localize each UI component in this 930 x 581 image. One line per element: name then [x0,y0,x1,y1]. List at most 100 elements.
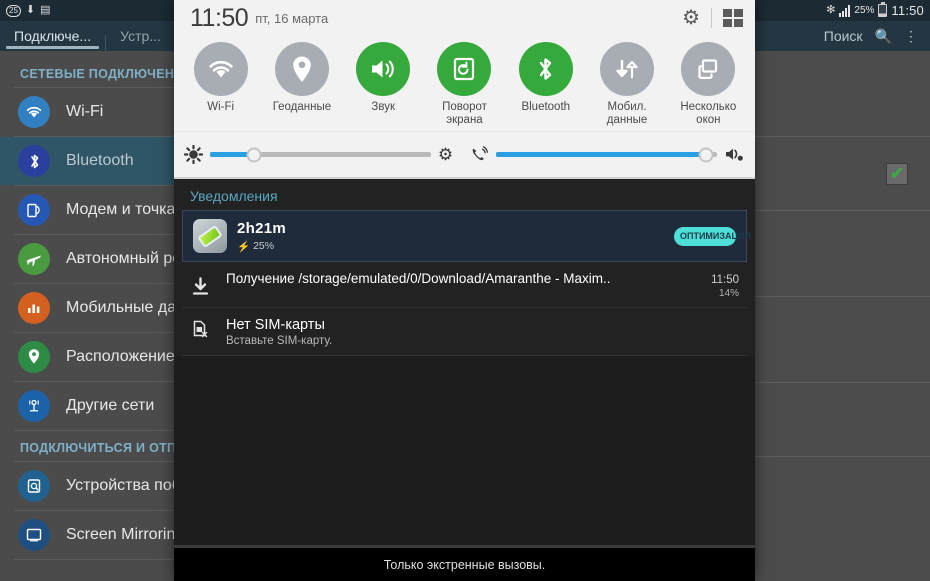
download-icon [192,271,214,296]
battery-charge-percent: 25% [253,240,275,252]
panel-date: пт, 16 марта [255,10,329,26]
volume-settings-icon[interactable] [724,145,745,164]
bluetooth-icon [518,42,573,96]
slider-track [210,147,431,162]
notification-panel: 11:50 пт, 16 марта ⚙ Wi-Fi Геоданные Зву… [174,0,755,581]
emergency-calls-bar: Только экстренные вызовы. [174,548,755,581]
search-label[interactable]: Поиск [824,28,863,44]
brightness-slider[interactable] [210,146,431,164]
sim-subtitle: Вставьте SIM-карту. [226,335,333,347]
bluetooth-icon [18,145,50,177]
notification-no-sim[interactable]: Нет SIM-карты Вставьте SIM-карту. [182,308,747,356]
download-title-row: Получение /storage/emulated/0/Download/A… [226,271,739,286]
notifications-empty-space [174,356,755,545]
mobile-data-icon [600,42,655,96]
emergency-calls-label: Только экстренные вызовы. [383,557,546,572]
notifications-heading: Уведомления [174,179,755,210]
no-sim-icon: ▤ [40,4,51,16]
more-networks-icon [18,390,50,422]
download-title: Получение /storage/emulated/0/Download/A… [226,271,611,286]
quick-settings-area: 11:50 пт, 16 марта ⚙ Wi-Fi Геоданные Зву… [174,0,755,179]
checkmark-icon[interactable]: ✔ [886,162,908,185]
notification-list: 2h21m ⚡ 25% ОПТИМИЗАЦИЯ Получение /stora… [174,210,755,356]
sidebar-item-label: Wi-Fi [66,103,104,120]
slider-knob[interactable] [698,147,714,162]
toggle-label: Геоданные [272,101,332,113]
slider-knob[interactable] [246,147,262,162]
brightness-icon [184,145,203,164]
battery-percent-label: 25% [854,5,875,16]
wifi-icon [18,96,50,128]
toggle-mobile-data[interactable]: Мобил. данные [586,42,667,127]
battery-text: 2h21m ⚡ 25% [237,220,286,253]
location-pin-icon [274,42,329,96]
download-icon: ⬇ [25,4,36,16]
tab-device[interactable]: Устр... [106,21,175,51]
toggle-location[interactable]: Геоданные [261,42,342,114]
rotate-screen-icon [437,42,492,96]
sound-icon [356,42,411,96]
data-usage-icon [18,292,50,324]
toggle-label: Звук [371,101,395,113]
toggle-label: Мобил. данные [606,101,648,126]
notification-download[interactable]: Получение /storage/emulated/0/Download/A… [182,262,747,308]
sidebar-item-label: Bluetooth [66,152,134,169]
notification-battery[interactable]: 2h21m ⚡ 25% ОПТИМИЗАЦИЯ [182,210,751,262]
toggle-label: Wi-Fi [207,101,235,113]
battery-optimization-icon [193,219,227,253]
sidebar-item-label: Screen Mirroring [66,526,185,543]
quick-toggles-row: Wi-Fi Геоданные Звук Поворот экрана Blue… [174,36,755,131]
status-bar-clock: 11:50 [891,3,924,18]
notifications-area: Уведомления 2h21m ⚡ 25% ОПТИМИЗАЦИЯ Полу… [174,179,755,548]
slider-track [496,147,717,162]
battery-time-remaining: 2h21m [237,219,287,237]
nearby-devices-icon [18,470,50,502]
toggle-label: Поворот экрана [442,101,487,126]
bolt-icon: ⚡ [237,240,251,253]
slider-fill [496,152,706,157]
sliders-row: ⚙ [174,131,755,177]
toggle-wifi[interactable]: Wi-Fi [180,42,261,114]
volume-slider[interactable] [496,146,717,164]
ringtone-icon [470,145,489,164]
no-sim-icon [192,317,214,338]
battery-icon [878,2,888,17]
download-body: Получение /storage/emulated/0/Download/A… [226,271,739,299]
screen: 25 ⬇ ▤ ✻ 25% 11:50 Подключе... Устр... П… [0,0,930,581]
sidebar-item-label: Другие сети [66,397,155,414]
gear-icon[interactable]: ⚙ [682,8,700,28]
toggle-screen-rotation[interactable]: Поворот экрана [424,42,505,127]
settings-tabs: Подключе... Устр... [0,21,175,51]
search-icon[interactable]: 🔍 [875,28,892,45]
overflow-menu-icon[interactable]: ⋮ [904,28,918,45]
multi-window-icon [681,42,736,96]
header-separator [711,8,712,28]
signal-bars-icon [839,4,851,17]
multi-window-icon[interactable] [723,9,743,27]
panel-header: 11:50 пт, 16 марта ⚙ [174,0,755,36]
sim-body: Нет SIM-карты Вставьте SIM-карту. [226,317,332,347]
tab-connections[interactable]: Подключе... [0,21,105,51]
action-bar-right: Поиск 🔍 ⋮ [824,28,930,45]
bluetooth-icon: ✻ [826,4,836,16]
panel-clock: 11:50 [190,3,249,32]
tethering-icon [18,194,50,226]
toggle-label: Bluetooth [521,101,571,113]
toggle-label: Несколько окон [680,101,737,126]
battery-charge-row: ⚡ 25% [237,240,286,253]
toggle-multi-window[interactable]: Несколько окон [668,42,749,127]
toggle-bluetooth[interactable]: Bluetooth [505,42,586,114]
download-progress-label: 14% [718,288,739,299]
sim-title: Нет SIM-карты [226,317,325,333]
status-bar-right-icons: ✻ 25% 11:50 [826,2,924,18]
location-pin-icon [18,341,50,373]
sidebar-item-label: Расположение [66,348,175,365]
download-time: 11:50 [711,274,739,286]
auto-brightness-gear-icon[interactable]: ⚙ [438,145,453,165]
wifi-icon [193,42,248,96]
screen-mirroring-icon [18,519,50,551]
toggle-sound[interactable]: Звук [343,42,424,114]
airplane-icon [18,243,50,275]
optimize-button[interactable]: ОПТИМИЗАЦИЯ [674,226,751,246]
badge-25-icon: 25 [6,4,21,17]
